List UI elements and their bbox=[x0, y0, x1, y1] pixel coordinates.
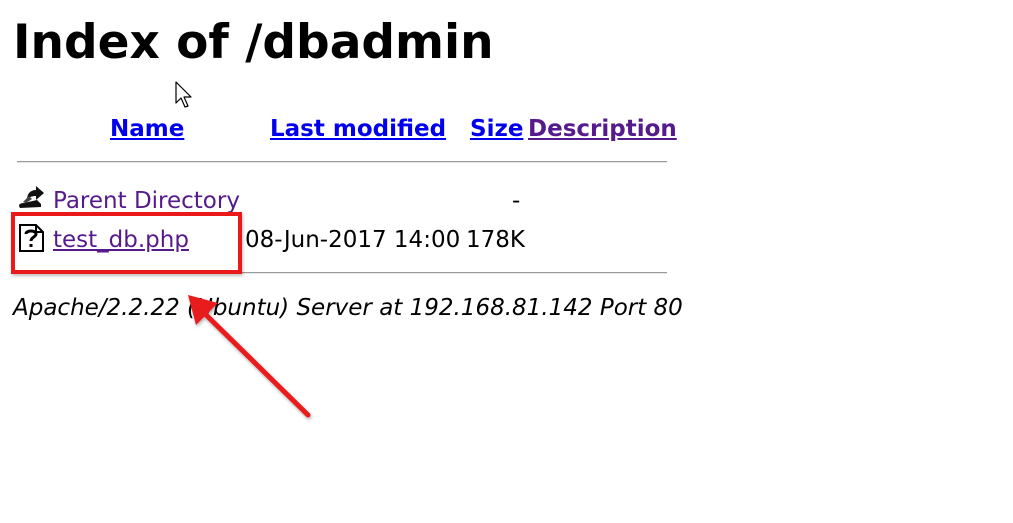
parent-directory-size: - bbox=[512, 188, 521, 214]
annotation-arrow-icon bbox=[188, 295, 311, 418]
mouse-cursor-icon bbox=[175, 81, 192, 108]
page-title: Index of /dbadmin bbox=[13, 15, 494, 70]
column-header-name[interactable]: Name bbox=[110, 114, 184, 144]
test-db-php-size: 178K bbox=[466, 227, 525, 253]
highlight-box bbox=[11, 212, 242, 274]
back-icon bbox=[19, 186, 44, 208]
server-signature: Apache/2.2.22 (Ubuntu) Server at 192.168… bbox=[13, 295, 683, 321]
column-header-description[interactable]: Description bbox=[528, 114, 677, 144]
table-top-divider bbox=[17, 161, 667, 163]
column-header-last-modified[interactable]: Last modified bbox=[270, 114, 446, 144]
column-header-size[interactable]: Size bbox=[470, 114, 523, 144]
test-db-php-last-modified: 08-Jun-2017 14:00 bbox=[245, 227, 461, 253]
